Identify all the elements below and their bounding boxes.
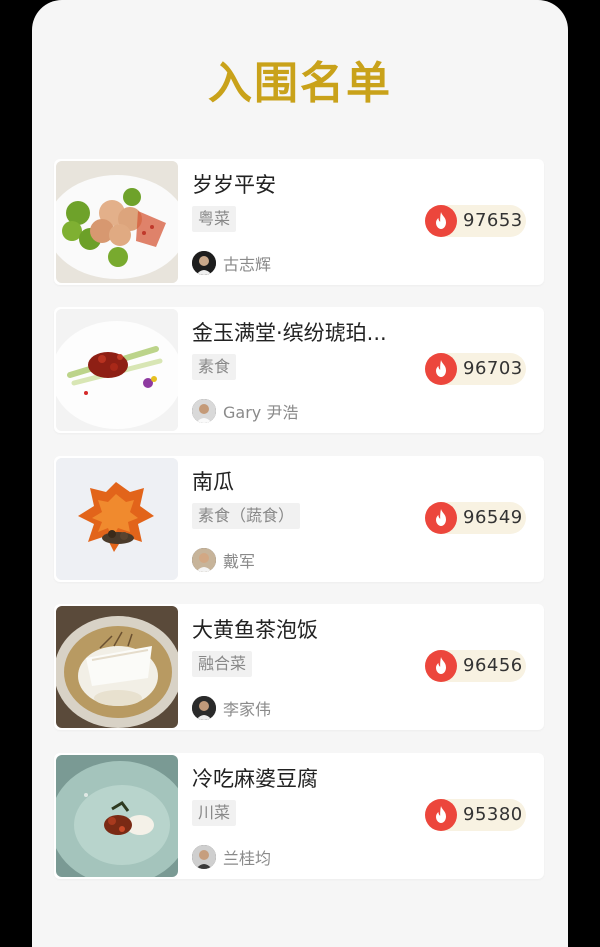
fire-icon[interactable] xyxy=(425,502,457,534)
chef-avatar xyxy=(192,251,216,275)
entry-card[interactable]: 金玉满堂·缤纷琥珀... 素食 Gary 尹浩 96703 xyxy=(54,307,544,433)
vote-count-badge[interactable]: 95380 xyxy=(425,799,526,831)
chef-info: Gary 尹浩 xyxy=(192,398,298,424)
dish-name[interactable]: 大黄鱼茶泡饭 xyxy=(192,616,442,644)
chef-avatar xyxy=(192,845,216,869)
vote-count: 96549 xyxy=(463,507,523,528)
vote-count: 96456 xyxy=(463,655,523,676)
dish-photo[interactable] xyxy=(56,161,178,283)
dish-name[interactable]: 岁岁平安 xyxy=(192,171,442,199)
chef-info: 兰桂均 xyxy=(192,844,271,870)
fire-icon[interactable] xyxy=(425,205,457,237)
category-tag: 川菜 xyxy=(192,800,237,826)
vote-count-badge[interactable]: 97653 xyxy=(425,205,526,237)
entry-card[interactable]: 南瓜 素食（蔬食） 戴军 96549 xyxy=(54,456,544,582)
chef-name: 古志辉 xyxy=(223,255,272,274)
dish-photo[interactable] xyxy=(56,309,178,431)
vote-count: 97653 xyxy=(463,210,523,231)
fire-icon[interactable] xyxy=(425,799,457,831)
chef-name: Gary 尹浩 xyxy=(223,403,299,422)
chef-name: 兰桂均 xyxy=(223,849,272,868)
dish-name[interactable]: 金玉满堂·缤纷琥珀... xyxy=(192,319,442,347)
chef-info: 戴军 xyxy=(192,547,255,573)
vote-count-badge[interactable]: 96703 xyxy=(425,353,526,385)
dish-photo[interactable] xyxy=(56,755,178,877)
ranking-panel: 入围名单 岁岁平安 粤菜 古志辉 97653 金玉满堂·缤纷琥珀... 素食 G… xyxy=(32,0,568,947)
chef-avatar xyxy=(192,696,216,720)
entry-card[interactable]: 岁岁平安 粤菜 古志辉 97653 xyxy=(54,159,544,285)
chef-avatar xyxy=(192,548,216,572)
vote-count: 96703 xyxy=(463,358,523,379)
entry-card[interactable]: 冷吃麻婆豆腐 川菜 兰桂均 95380 xyxy=(54,753,544,879)
dish-name[interactable]: 南瓜 xyxy=(192,468,442,496)
page-title: 入围名单 xyxy=(208,58,392,109)
chef-avatar xyxy=(192,399,216,423)
vote-count-badge[interactable]: 96549 xyxy=(425,502,526,534)
vote-count-badge[interactable]: 96456 xyxy=(425,650,526,682)
dish-photo[interactable] xyxy=(56,606,178,728)
chef-info: 李家伟 xyxy=(192,695,271,721)
chef-name: 李家伟 xyxy=(223,700,272,719)
fire-icon[interactable] xyxy=(425,353,457,385)
chef-name: 戴军 xyxy=(223,552,256,571)
entry-card[interactable]: 大黄鱼茶泡饭 融合菜 李家伟 96456 xyxy=(54,604,544,730)
category-tag: 融合菜 xyxy=(192,651,253,677)
chef-info: 古志辉 xyxy=(192,250,271,276)
category-tag: 粤菜 xyxy=(192,206,237,232)
category-tag: 素食 xyxy=(192,354,237,380)
dish-photo[interactable] xyxy=(56,458,178,580)
dish-name[interactable]: 冷吃麻婆豆腐 xyxy=(192,765,442,793)
vote-count: 95380 xyxy=(463,804,523,825)
fire-icon[interactable] xyxy=(425,650,457,682)
category-tag: 素食（蔬食） xyxy=(192,503,301,529)
